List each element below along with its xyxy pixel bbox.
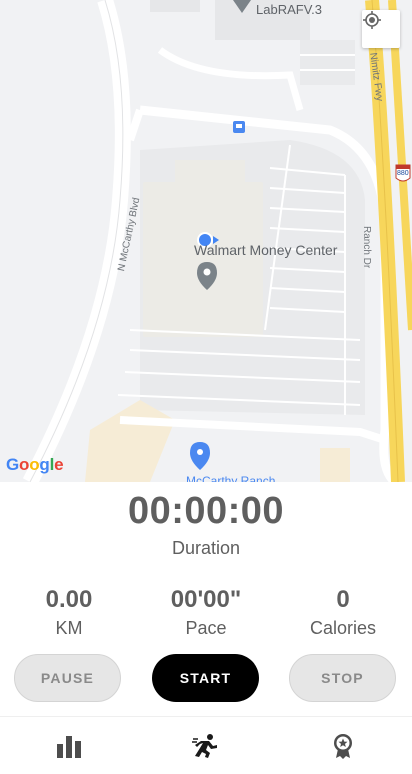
- start-button[interactable]: START: [152, 654, 259, 702]
- duration-label: Duration: [171, 538, 241, 558]
- bar-chart-icon: [56, 736, 81, 758]
- running-icon: [191, 734, 217, 758]
- place-label-walmart[interactable]: Walmart Money Center: [194, 242, 337, 258]
- pause-button[interactable]: PAUSE: [14, 654, 121, 702]
- calories-label: Calories: [309, 618, 377, 638]
- bottom-navigation: [0, 716, 412, 774]
- award-badge-icon: [333, 734, 352, 759]
- my-location-icon: [363, 11, 381, 29]
- calories-value: 0: [336, 586, 350, 613]
- google-logo: Google: [6, 455, 64, 474]
- calories-stat: 0 Calories: [274, 586, 412, 639]
- place-label-top[interactable]: LabRAFV.3: [256, 2, 322, 17]
- pace-stat: 00'00" Pace: [137, 586, 275, 639]
- map-canvas[interactable]: [0, 0, 412, 482]
- stop-button[interactable]: STOP: [289, 654, 396, 702]
- nav-item-stats[interactable]: [0, 717, 137, 774]
- nav-item-run[interactable]: [137, 717, 274, 774]
- place-label-bottom[interactable]: McCarthy Ranch: [186, 474, 275, 482]
- my-location-button[interactable]: [362, 10, 400, 48]
- road-label-ranch: Ranch Dr: [361, 226, 372, 269]
- distance-stat: 0.00 KM: [0, 586, 138, 639]
- interstate-shield-number: 880: [397, 170, 409, 177]
- map-view[interactable]: LabRAFV.3 Walmart Money Center McCarthy …: [0, 0, 412, 482]
- distance-label: KM: [55, 618, 83, 638]
- pace-label: Pace: [185, 618, 227, 638]
- workout-panel: 00:00:00 Duration 0.00 KM 00'00" Pace 0 …: [0, 482, 412, 774]
- distance-value: 0.00: [45, 586, 93, 613]
- nav-item-awards[interactable]: [274, 717, 411, 774]
- pace-value: 00'00": [170, 586, 242, 613]
- duration-value: 00:00:00: [127, 490, 285, 532]
